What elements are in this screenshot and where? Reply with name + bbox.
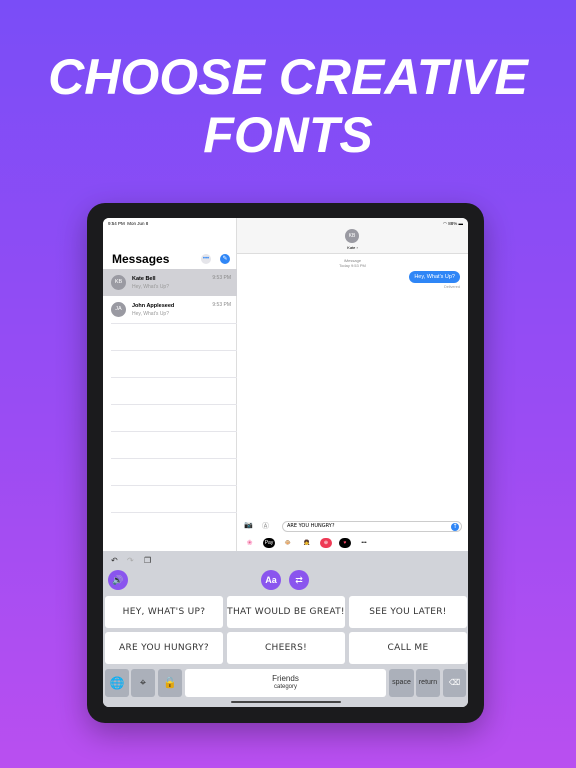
app-store-icon[interactable]: Ⓐ xyxy=(262,521,269,531)
divider xyxy=(111,458,237,459)
divider xyxy=(111,377,237,378)
home-indicator xyxy=(231,701,341,703)
category-label: category xyxy=(273,684,297,690)
contact-name[interactable]: Kate › xyxy=(237,245,468,250)
space-key[interactable]: space xyxy=(389,669,414,697)
message-bubble: Hey, What's Up? xyxy=(409,271,460,283)
status-bar: 9:54 PM Mon Jun 8 ◠ 88% ▬ xyxy=(108,221,463,227)
phrase-key[interactable]: ARE YOU HUNGRY? xyxy=(105,632,223,664)
conversation-time: 9:53 PM xyxy=(212,302,231,308)
sidebar-title: Messages xyxy=(112,252,170,266)
avatar: JA xyxy=(111,302,126,317)
conversation-item[interactable]: JA John Appleseed Hey, What's Up? 9:53 PM xyxy=(103,296,237,323)
camera-icon[interactable]: 📷 xyxy=(244,521,253,529)
sidebar: Messages ••• ✎ KB Kate Bell Hey, What's U… xyxy=(103,218,237,551)
input-row: 📷 Ⓐ ARE YOU HUNGRY? ↑ xyxy=(237,519,468,533)
more-button[interactable]: ••• xyxy=(201,254,211,264)
phrase-key[interactable]: CHEERS! xyxy=(227,632,345,664)
divider xyxy=(111,404,237,405)
input-value: ARE YOU HUNGRY? xyxy=(287,523,335,529)
phrase-key[interactable]: THAT WOULD BE GREAT! xyxy=(227,596,345,628)
digital-touch-icon[interactable]: ♥ xyxy=(339,538,351,548)
conversation-name: Kate Bell xyxy=(132,275,156,282)
conversation-preview: Hey, What's Up? xyxy=(132,283,169,290)
delete-key[interactable]: ⌫ xyxy=(443,669,466,697)
category-key[interactable]: Friends category xyxy=(185,669,386,697)
phrase-key[interactable]: SEE YOU LATER! xyxy=(349,596,467,628)
divider xyxy=(111,512,237,513)
conversation-preview: Hey, What's Up? xyxy=(132,310,169,317)
battery-icon: ▬ xyxy=(458,221,464,226)
divider xyxy=(111,350,237,351)
send-button[interactable]: ↑ xyxy=(451,523,459,531)
ipad-frame: 9:54 PM Mon Jun 8 ◠ 88% ▬ Messages ••• ✎… xyxy=(87,203,484,723)
contact-avatar: KB xyxy=(345,229,359,243)
phrase-key[interactable]: CALL ME xyxy=(349,632,467,664)
conversation-time: 9:53 PM xyxy=(212,275,231,281)
speaker-button[interactable]: 🔊 xyxy=(108,570,128,590)
conversation-item[interactable]: KB Kate Bell Hey, What's Up? 9:53 PM xyxy=(103,269,237,296)
more-apps-icon[interactable]: ••• xyxy=(358,538,370,548)
search-images-icon[interactable]: ⊕ xyxy=(320,538,332,548)
headline: CHOOSE CREATIVE FONTS xyxy=(0,48,576,164)
memoji-icon[interactable]: 👧 xyxy=(301,538,313,548)
globe-key[interactable]: 🌐 xyxy=(105,669,129,697)
divider xyxy=(111,323,237,324)
headline-line-1: CHOOSE CREATIVE xyxy=(48,49,528,105)
fonts-button[interactable]: Aa xyxy=(261,570,281,590)
paste-icon[interactable]: ❐ xyxy=(144,556,151,565)
redo-icon[interactable]: ↷ xyxy=(127,556,134,565)
app-strip: 🌸 Pay 🐵 👧 ⊕ ♥ ••• xyxy=(237,536,468,550)
category-name: Friends xyxy=(272,674,299,683)
avatar: KB xyxy=(111,275,126,290)
conversation-name: John Appleseed xyxy=(132,302,175,309)
apple-pay-icon[interactable]: Pay xyxy=(263,538,275,548)
message-input[interactable]: ARE YOU HUNGRY? ↑ xyxy=(282,521,462,532)
status-date: Mon Jun 8 xyxy=(127,221,149,226)
animoji-icon[interactable]: 🐵 xyxy=(282,538,294,548)
return-key[interactable]: return xyxy=(416,669,440,697)
battery-level: 88% xyxy=(448,221,458,226)
delivered-label: Delivered xyxy=(443,285,460,289)
compose-button[interactable]: ✎ xyxy=(220,254,230,264)
screen: 9:54 PM Mon Jun 8 ◠ 88% ▬ Messages ••• ✎… xyxy=(103,218,468,707)
headline-line-2: FONTS xyxy=(203,107,373,163)
photos-app-icon[interactable]: 🌸 xyxy=(244,538,256,548)
message-timestamp: Today 9:53 PM xyxy=(339,263,366,268)
divider xyxy=(111,485,237,486)
location-key[interactable]: ⌖ xyxy=(131,669,155,697)
wifi-icon: ◠ xyxy=(443,221,447,226)
undo-icon[interactable]: ↶ xyxy=(111,556,118,565)
divider xyxy=(111,431,237,432)
phrase-key[interactable]: HEY, WHAT'S UP? xyxy=(105,596,223,628)
message-meta: iMessage Today 9:53 PM xyxy=(237,258,468,268)
translate-button[interactable]: ⇄ xyxy=(289,570,309,590)
status-time: 9:54 PM xyxy=(108,221,125,226)
lock-key[interactable]: 🔒 xyxy=(158,669,182,697)
